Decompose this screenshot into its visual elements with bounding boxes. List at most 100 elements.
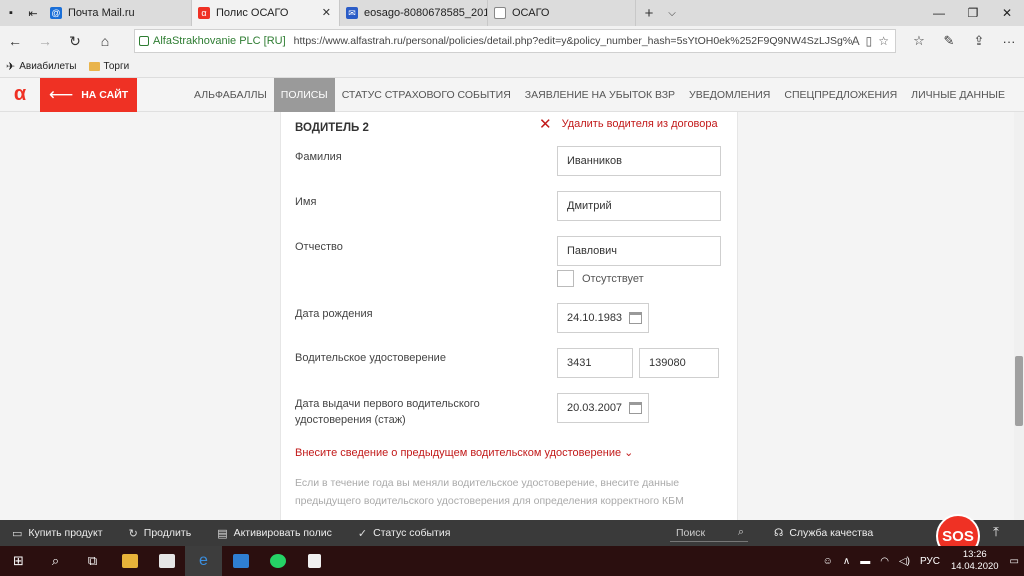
- tab-title: ОСАГО: [512, 7, 550, 19]
- favorite-star-icon[interactable]: ☆: [878, 34, 889, 48]
- tab-mail[interactable]: @ Почта Mail.ru: [44, 0, 192, 26]
- nav-travel-claim[interactable]: ЗАЯВЛЕНИЕ НА УБЫТОК ВЗР: [518, 78, 682, 112]
- nav-personal-data[interactable]: ЛИЧНЫЕ ДАННЫЕ: [904, 78, 1012, 112]
- tab-list-chevron-icon[interactable]: ⌵: [662, 0, 682, 26]
- store-icon[interactable]: [148, 546, 185, 576]
- tab-osago-policy[interactable]: α Полис ОСАГО ✕: [192, 0, 340, 26]
- forward-arrow-icon[interactable]: →: [30, 26, 60, 56]
- more-menu-icon[interactable]: ···: [994, 34, 1024, 49]
- airplane-icon: ✈: [6, 61, 16, 73]
- read-aloud-icon[interactable]: A: [852, 34, 860, 48]
- minimize-icon[interactable]: —: [922, 0, 956, 26]
- scrollbar-thumb[interactable]: [1015, 356, 1023, 426]
- tab-osago[interactable]: ОСАГО: [488, 0, 636, 26]
- windows-start-icon[interactable]: ⊞: [0, 546, 37, 576]
- surname-field[interactable]: Иванников: [557, 146, 721, 176]
- notifications-icon[interactable]: ▭: [1005, 556, 1024, 567]
- search-input[interactable]: Поиск ⌕: [670, 524, 748, 542]
- edge-icon[interactable]: e: [185, 546, 222, 576]
- home-icon[interactable]: ⌂: [90, 26, 120, 56]
- main-nav: АЛЬФАБАЛЛЫ ПОЛИСЫ СТАТУС СТРАХОВОГО СОБЫ…: [187, 78, 1012, 112]
- folder-icon: [88, 62, 100, 71]
- page-scrollbar[interactable]: [1014, 112, 1024, 520]
- nav-policies[interactable]: ПОЛИСЫ: [273, 78, 335, 112]
- clock-time: 13:26: [962, 549, 987, 560]
- license-label: Водительское удостоверение: [295, 352, 446, 364]
- close-window-icon[interactable]: ✕: [990, 0, 1024, 26]
- wifi-icon[interactable]: ◠: [875, 556, 894, 567]
- close-tab-icon[interactable]: ✕: [322, 6, 331, 19]
- event-status-button[interactable]: ✓ Статус события: [346, 527, 450, 540]
- scroll-to-top-icon[interactable]: ⤒: [986, 524, 1006, 544]
- name-label: Имя: [295, 196, 317, 208]
- favorites-icon[interactable]: ☆: [904, 33, 934, 49]
- network-icon[interactable]: ▬: [855, 556, 875, 567]
- chevron-down-icon: ⌄: [624, 447, 634, 459]
- birth-date-value: 24.10.1983: [567, 312, 623, 324]
- buy-product-button[interactable]: ▭ Купить продукт: [0, 527, 103, 540]
- whatsapp-icon[interactable]: [259, 546, 296, 576]
- clock-date: 14.04.2020: [951, 561, 999, 572]
- back-arrow-icon[interactable]: ←: [0, 26, 30, 56]
- share-icon[interactable]: ⇪: [964, 33, 994, 49]
- favorite-label: Торги: [103, 61, 130, 72]
- refresh-icon[interactable]: ↻: [60, 26, 90, 56]
- search-icon[interactable]: ⌕: [738, 526, 744, 539]
- tab-preview-icon[interactable]: ▪: [0, 0, 22, 26]
- clock[interactable]: 13:26 14.04.2020: [945, 549, 1005, 573]
- birth-date-field[interactable]: 24.10.1983: [557, 303, 649, 333]
- remove-driver-link[interactable]: ✕ Удалить водителя из договора: [539, 115, 718, 133]
- favorites-bar: ✈ Авиабилеты Торги: [0, 56, 1024, 78]
- nav-claim-status[interactable]: СТАТУС СТРАХОВОГО СОБЫТИЯ: [335, 78, 518, 112]
- extend-button[interactable]: ↻ Продлить: [117, 527, 192, 540]
- new-tab-icon[interactable]: +: [636, 0, 662, 26]
- tray-chevron-icon[interactable]: ∧: [838, 556, 855, 567]
- first-issue-date-field[interactable]: 20.03.2007: [557, 393, 649, 423]
- page-background: ВОДИТЕЛЬ 2 ✕ Удалить водителя из договор…: [0, 112, 1024, 520]
- set-aside-tabs-icon[interactable]: ⇤: [22, 0, 44, 26]
- people-icon[interactable]: ☺: [818, 556, 838, 567]
- activate-policy-label: Активировать полис: [233, 527, 332, 539]
- mail-icon[interactable]: [222, 546, 259, 576]
- search-icon[interactable]: ⌕: [37, 546, 74, 576]
- notes-pen-icon[interactable]: ✎: [934, 33, 964, 49]
- license-series-field[interactable]: 3431: [557, 348, 633, 378]
- name-field[interactable]: Дмитрий: [557, 191, 721, 221]
- nav-notifications[interactable]: УВЕДОМЛЕНИЯ: [682, 78, 777, 112]
- url-text: https://www.alfastrah.ru/personal/polici…: [293, 35, 852, 47]
- mail-favicon-icon: ✉: [346, 7, 358, 19]
- page-favicon-icon: [494, 7, 506, 19]
- back-to-site-button[interactable]: ⟵ НА САЙТ: [40, 77, 137, 112]
- patronymic-field[interactable]: Павлович: [557, 236, 721, 266]
- calendar-icon[interactable]: [629, 312, 642, 324]
- favorite-folder-torgi[interactable]: Торги: [88, 61, 130, 72]
- quality-service-button[interactable]: ☊ Служба качества: [774, 520, 873, 546]
- task-view-icon[interactable]: ⧉: [74, 546, 111, 576]
- activate-policy-button[interactable]: ▤ Активировать полис: [205, 527, 332, 540]
- previous-license-link[interactable]: Внесите сведение о предыдущем водительск…: [295, 446, 633, 459]
- previous-license-hint: Если в течение года вы меняли водительск…: [295, 477, 684, 507]
- calendar-icon[interactable]: [629, 402, 642, 414]
- nav-alfaballs[interactable]: АЛЬФАБАЛЛЫ: [187, 78, 274, 112]
- volume-icon[interactable]: ◁): [894, 556, 915, 567]
- site-bottom-toolbar: ▭ Купить продукт ↻ Продлить ▤ Активирова…: [0, 520, 1024, 546]
- first-issue-date-value: 20.03.2007: [567, 402, 623, 414]
- left-arrow-icon: ⟵: [48, 84, 74, 104]
- url-field[interactable]: AlfaStrakhovanie PLC [RU] https://www.al…: [134, 29, 896, 53]
- nav-special-offers[interactable]: СПЕЦПРЕДЛОЖЕНИЯ: [777, 78, 904, 112]
- favorite-label: Авиабилеты: [19, 61, 77, 72]
- patronymic-absent-checkbox[interactable]: [557, 270, 574, 287]
- restore-icon[interactable]: ❐: [956, 0, 990, 26]
- alfa-logo-icon[interactable]: α: [0, 78, 40, 112]
- reading-view-icon[interactable]: ▯: [866, 34, 873, 48]
- birth-date-label: Дата рождения: [295, 308, 373, 320]
- buy-product-label: Купить продукт: [28, 527, 103, 539]
- license-number-field[interactable]: 139080: [639, 348, 719, 378]
- document-app-icon[interactable]: [296, 546, 333, 576]
- event-status-label: Статус события: [373, 527, 451, 539]
- patronymic-absent-row: Отсутствует: [557, 270, 644, 287]
- language-indicator[interactable]: РУС: [915, 556, 945, 567]
- tab-eosago-mail[interactable]: ✉ eosago-8080678585_20190: [340, 0, 488, 26]
- file-explorer-icon[interactable]: [111, 546, 148, 576]
- favorite-flights[interactable]: ✈ Авиабилеты: [6, 60, 77, 73]
